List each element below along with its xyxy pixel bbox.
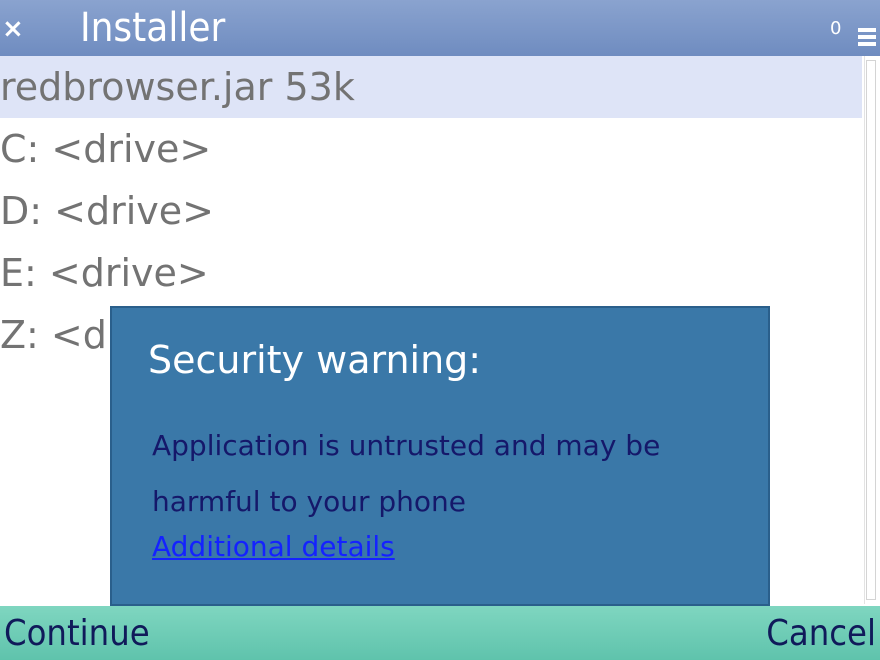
dialog-message: Application is untrusted and may be harm… <box>152 429 661 518</box>
additional-details-link[interactable]: Additional details <box>152 530 395 563</box>
list-item-drive-c[interactable]: C: <drive> <box>0 118 862 180</box>
continue-button[interactable]: Continue <box>4 612 150 656</box>
signal-indicator: 0 <box>830 18 842 39</box>
list-item-drive-d[interactable]: D: <drive> <box>0 180 862 242</box>
list-item-file[interactable]: redbrowser.jar 53k <box>0 56 862 118</box>
softkey-bar: Continue Cancel <box>0 606 880 660</box>
list-item-drive-e[interactable]: E: <drive> <box>0 242 862 304</box>
security-warning-dialog: Security warning: Application is untrust… <box>110 306 770 606</box>
close-icon[interactable]: × <box>2 12 26 46</box>
dialog-title: Security warning: <box>148 338 482 382</box>
cancel-button[interactable]: Cancel <box>766 612 876 656</box>
menu-icon[interactable] <box>858 28 876 48</box>
scrollbar-thumb[interactable] <box>866 60 876 600</box>
title-bar: × Installer 0 <box>0 0 880 56</box>
app-title: Installer <box>80 5 226 51</box>
